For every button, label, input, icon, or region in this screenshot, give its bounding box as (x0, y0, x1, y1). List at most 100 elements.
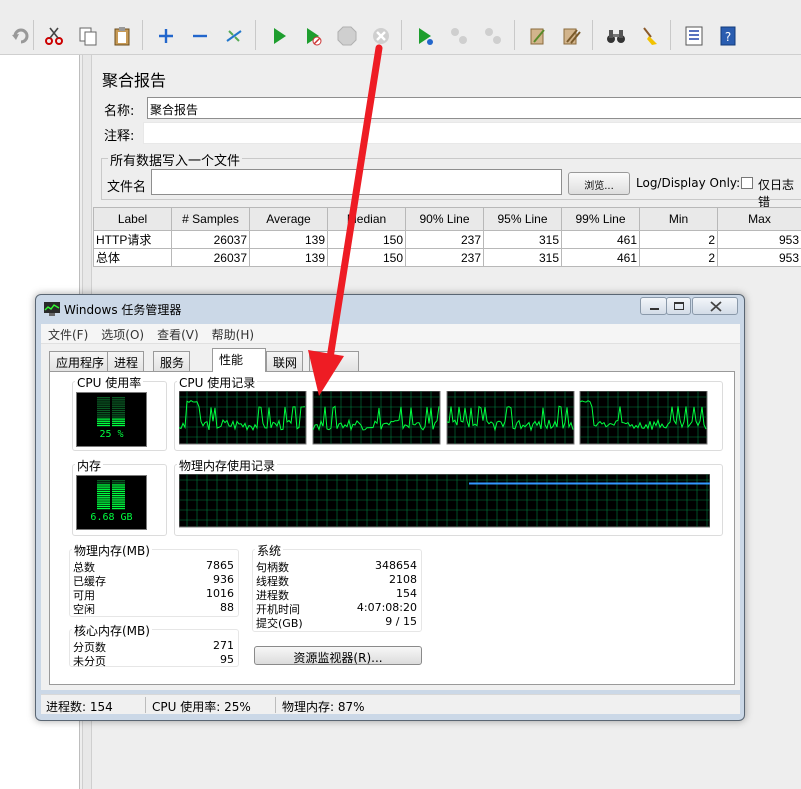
memory-meter-segment (97, 492, 110, 495)
collapse-button[interactable] (182, 18, 216, 52)
stop-button[interactable] (329, 18, 363, 52)
binoculars-icon (607, 30, 625, 43)
scissors-icon (45, 27, 63, 45)
table-cell: 315 (483, 248, 562, 267)
system-group: 系统 句柄数 348654 线程数 2108 进程数 154 开机时间 4:07:08:… (252, 542, 422, 632)
name-field[interactable]: 聚合报告 (147, 97, 801, 119)
cpu-meter-segment (97, 414, 110, 416)
table-row[interactable]: 总体 26037 139 150 237 315 461 2 953 (93, 248, 801, 267)
column-header[interactable]: # Samples (171, 207, 250, 231)
maximize-button[interactable] (666, 297, 691, 315)
minimize-button[interactable] (640, 297, 667, 315)
clear-button[interactable] (520, 18, 554, 52)
column-header[interactable]: 95% Line (483, 207, 562, 231)
cpu-meter-segment (97, 397, 110, 399)
menu-bar: 文件(F) 选项(O) 查看(V) 帮助(H) (41, 324, 740, 344)
start-no-pause-button[interactable] (295, 18, 329, 52)
menu-help[interactable]: 帮助(H) (205, 324, 260, 343)
memory-meter-segment (97, 490, 110, 493)
remote-start-button[interactable] (407, 18, 441, 52)
shutdown-button[interactable] (363, 18, 397, 52)
column-header[interactable]: Average (249, 207, 328, 231)
memory-meter-segment (97, 484, 110, 486)
comment-field[interactable] (143, 122, 801, 144)
cpu-meter-segment (97, 424, 110, 427)
cpu-meter-segment (97, 418, 110, 420)
copy-button[interactable] (70, 18, 104, 52)
table-cell: 总体 (93, 248, 172, 267)
filename-label: 文件名 (107, 180, 147, 195)
system-title: 系统 (255, 542, 284, 559)
play-no-timer-icon (307, 28, 322, 46)
table-header-row: Label # Samples Average Median 90% Line … (93, 207, 801, 231)
memory-meter-segment (97, 503, 110, 505)
cpu-meter-segment (97, 422, 110, 425)
stat-row: 线程数 2108 (256, 573, 417, 588)
table-cell: 26037 (171, 230, 250, 249)
plus-icon (159, 29, 173, 43)
memory-meter-segment (112, 503, 125, 505)
tab-networking[interactable]: 联网 (266, 351, 304, 371)
table-cell: 26037 (171, 248, 250, 267)
cpu-meter-segment (112, 418, 125, 420)
filename-input[interactable] (151, 169, 562, 195)
results-table: Label # Samples Average Median 90% Line … (93, 207, 801, 267)
minus-icon (193, 34, 207, 38)
table-cell: 315 (483, 230, 562, 249)
cpu-meter-segment (112, 407, 125, 410)
memory-meter-segment (97, 480, 110, 482)
column-header[interactable]: 99% Line (561, 207, 640, 231)
tab-processes[interactable]: 进程 (107, 351, 145, 371)
tab-services[interactable]: 服务 (153, 351, 191, 371)
menu-options[interactable]: 选项(O) (94, 324, 150, 343)
window-title: Windows 任务管理器 (64, 303, 182, 317)
menu-view[interactable]: 查看(V) (150, 324, 205, 343)
toggle-button[interactable] (216, 18, 250, 52)
start-button[interactable] (261, 18, 295, 52)
memory-meter-segment (112, 499, 125, 501)
undo-button[interactable] (3, 18, 37, 52)
status-bar: 进程数: 154 CPU 使用率: 25% 物理内存: 87% (41, 694, 740, 714)
cpu-usage-title: CPU 使用率 (75, 374, 144, 391)
cpu-meter-segment (97, 407, 110, 410)
performance-page: CPU 使用率 25 % CPU 使用记录 内存 6.68 GB 物理内存使用记… (49, 371, 735, 685)
expand-button[interactable] (148, 18, 182, 52)
paste-button[interactable] (104, 18, 138, 52)
search-button[interactable] (598, 18, 632, 52)
help-button[interactable]: ? (710, 18, 744, 52)
remote-stop-button[interactable] (441, 18, 475, 52)
resource-monitor-button[interactable]: 资源监视器(R)... (254, 646, 422, 665)
column-header[interactable]: Min (639, 207, 718, 231)
column-header[interactable]: Max (717, 207, 801, 231)
tab-performance[interactable]: 性能 (212, 348, 266, 372)
column-header[interactable]: Label (93, 207, 172, 231)
tab-applications[interactable]: 应用程序 (49, 351, 111, 371)
cpu-meter-segment (97, 412, 110, 414)
memory-meter-segment (112, 492, 125, 495)
reset-search-button[interactable] (632, 18, 666, 52)
memory-meter-segment (112, 507, 125, 510)
table-cell: 237 (405, 248, 484, 267)
table-row[interactable]: HTTP请求 26037 139 150 237 315 461 2 953 (93, 230, 801, 249)
memory-meter-segment (112, 501, 125, 503)
status-memory: 物理内存: 87% (282, 700, 365, 714)
function-helper-button[interactable] (676, 18, 710, 52)
column-header[interactable]: 90% Line (405, 207, 484, 231)
errors-only-checkbox[interactable] (741, 177, 753, 189)
clear-all-button[interactable] (554, 18, 588, 52)
column-header[interactable]: Median (327, 207, 406, 231)
memory-meter-segment (97, 499, 110, 501)
memory-value: 6.68 GB (90, 512, 133, 523)
cpu-meter-segment (112, 401, 125, 403)
status-processes: 进程数: 154 (46, 700, 113, 714)
table-cell: 237 (405, 230, 484, 249)
close-button[interactable] (692, 297, 738, 315)
cut-button[interactable] (36, 18, 70, 52)
remote-exit-button[interactable] (475, 18, 509, 52)
cpu-history-group: CPU 使用记录 (174, 374, 723, 451)
browse-button[interactable]: 浏览... (568, 172, 630, 195)
tab-users[interactable]: 用户 (309, 351, 359, 371)
memory-meter-segment (97, 488, 110, 490)
menu-file[interactable]: 文件(F) (41, 324, 94, 343)
minimize-icon (650, 308, 659, 310)
